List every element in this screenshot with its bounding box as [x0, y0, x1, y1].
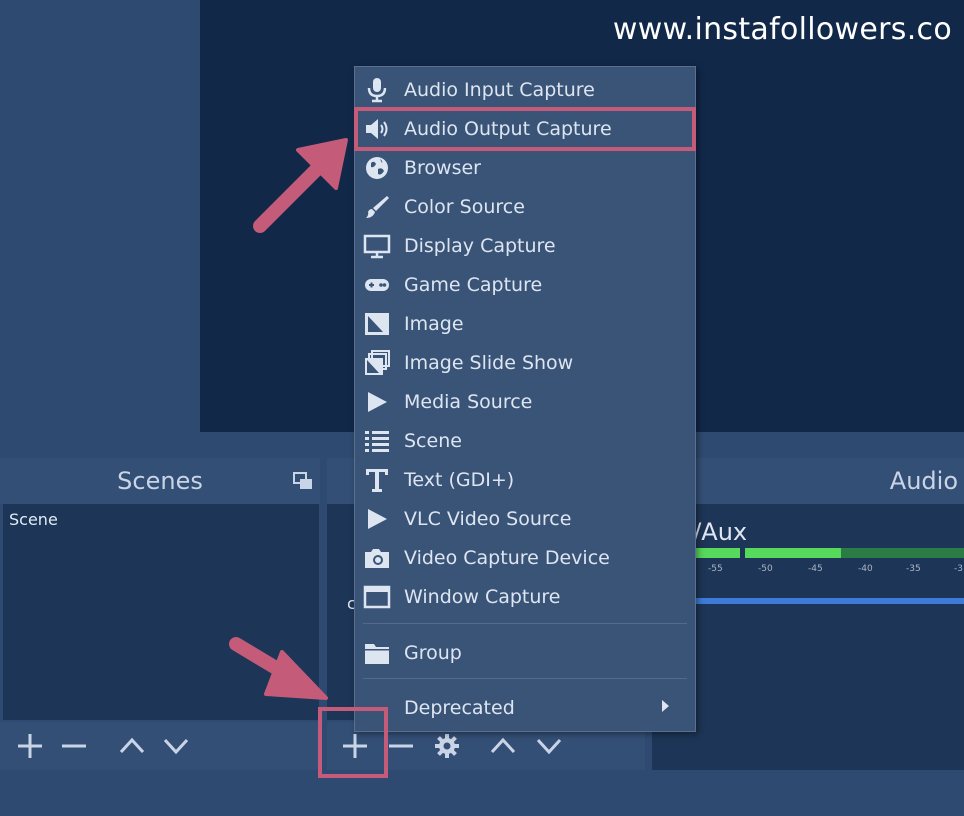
- menu-item-media-source[interactable]: Media Source: [355, 384, 695, 420]
- menu-item-label: Browser: [404, 157, 481, 179]
- monitor-icon: [363, 232, 391, 260]
- menu-item-audio-input-capture[interactable]: Audio Input Capture: [355, 72, 695, 108]
- menu-item-image-slide-show[interactable]: Image Slide Show: [355, 345, 695, 381]
- volume-slider[interactable]: [692, 598, 964, 604]
- scenes-list: Scene: [3, 504, 319, 720]
- chevron-down-icon: [536, 738, 562, 755]
- menu-item-label: Group: [404, 642, 462, 664]
- menu-item-label: Deprecated: [404, 697, 515, 719]
- menu-item-game-capture[interactable]: Game Capture: [355, 267, 695, 303]
- move-scene-down-button[interactable]: [156, 722, 196, 770]
- remove-scene-button[interactable]: [54, 722, 94, 770]
- menu-item-label: Window Capture: [404, 586, 561, 608]
- list-icon: [363, 427, 391, 455]
- volume-meter-segment: [745, 548, 841, 558]
- folder-icon: [363, 639, 391, 667]
- meter-tick: -50: [758, 564, 773, 574]
- meter-tick: -35: [906, 564, 921, 574]
- scenes-header: Scenes: [0, 458, 320, 504]
- menu-item-label: Image Slide Show: [404, 352, 574, 374]
- menu-separator: [363, 623, 687, 624]
- scenes-toolbar: [0, 722, 320, 770]
- menu-item-deprecated[interactable]: Deprecated: [355, 690, 695, 726]
- menu-item-label: Audio Input Capture: [404, 79, 595, 101]
- chevron-up-icon: [490, 737, 516, 754]
- menu-item-label: Scene: [404, 430, 462, 452]
- play-icon: [363, 505, 391, 533]
- chevron-down-icon: [163, 738, 189, 755]
- menu-item-label: VLC Video Source: [404, 508, 572, 530]
- menu-item-browser[interactable]: Browser: [355, 150, 695, 186]
- image-icon: [363, 310, 391, 338]
- minus-icon: [389, 744, 413, 748]
- gear-icon: [435, 734, 459, 758]
- undock-icon[interactable]: [292, 470, 314, 492]
- menu-item-display-capture[interactable]: Display Capture: [355, 228, 695, 264]
- menu-item-window-capture[interactable]: Window Capture: [355, 579, 695, 615]
- volume-meter-background: [841, 548, 964, 558]
- menu-item-color-source[interactable]: Color Source: [355, 189, 695, 225]
- watermark: www.instafollowers.co: [612, 12, 952, 47]
- add-scene-button[interactable]: [10, 722, 50, 770]
- camera-icon: [363, 544, 391, 572]
- highlight-audio-output-capture: [354, 107, 696, 151]
- plus-icon: [18, 734, 42, 758]
- audio-mixer-panel: c/Aux -55 -50 -45 -40 -35 -3: [652, 504, 964, 770]
- menu-item-label: Media Source: [404, 391, 533, 413]
- scene-item[interactable]: Scene: [9, 510, 58, 529]
- menu-item-label: Display Capture: [404, 235, 556, 257]
- text-icon: [363, 466, 391, 494]
- volume-meter-segment: [694, 548, 740, 558]
- audio-mixer-header: Audio: [652, 458, 964, 504]
- play-icon: [363, 388, 391, 416]
- meter-tick: -55: [708, 564, 723, 574]
- menu-item-label: Color Source: [404, 196, 525, 218]
- menu-item-label: Text (GDI+): [404, 469, 515, 491]
- microphone-icon: [363, 76, 391, 104]
- globe-icon: [363, 154, 391, 182]
- chevron-up-icon: [119, 737, 145, 754]
- brush-icon: [363, 193, 391, 221]
- audio-mixer-title: Audio: [889, 467, 958, 495]
- add-source-menu: Audio Input Capture Audio Output Capture…: [354, 66, 696, 732]
- submenu-arrow-icon: [662, 700, 669, 712]
- preview-side-panel: [0, 0, 200, 432]
- gamepad-icon: [363, 271, 391, 299]
- menu-item-group[interactable]: Group: [355, 635, 695, 671]
- slideshow-icon: [363, 349, 391, 377]
- meter-tick: -3: [954, 564, 963, 574]
- menu-item-vlc-video-source[interactable]: VLC Video Source: [355, 501, 695, 537]
- scenes-title: Scenes: [117, 467, 203, 495]
- minus-icon: [62, 744, 86, 748]
- menu-item-label: Game Capture: [404, 274, 543, 296]
- highlight-add-source-button: [318, 707, 388, 778]
- menu-item-scene[interactable]: Scene: [355, 423, 695, 459]
- menu-item-text-gdi[interactable]: Text (GDI+): [355, 462, 695, 498]
- menu-item-video-capture-device[interactable]: Video Capture Device: [355, 540, 695, 576]
- menu-separator: [363, 678, 687, 679]
- menu-item-label: Video Capture Device: [404, 547, 610, 569]
- move-scene-up-button[interactable]: [112, 722, 152, 770]
- status-bar: [0, 772, 964, 816]
- menu-item-image[interactable]: Image: [355, 306, 695, 342]
- meter-tick: -40: [858, 564, 873, 574]
- meter-tick: -45: [808, 564, 823, 574]
- menu-item-label: Image: [404, 313, 464, 335]
- window-icon: [363, 583, 391, 611]
